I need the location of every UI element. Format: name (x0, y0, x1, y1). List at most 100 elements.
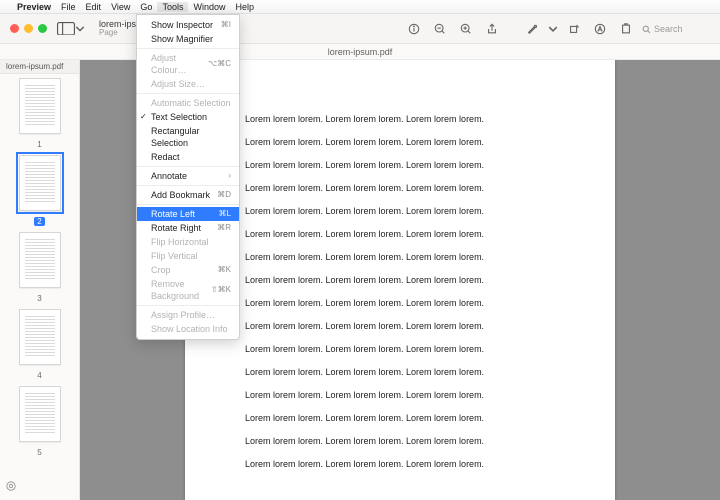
page-thumbnail-label: 3 (37, 294, 41, 303)
menu-item-show-location-info: Show Location Info (137, 322, 239, 336)
menu-item-add-bookmark[interactable]: Add Bookmark ⌘D (137, 188, 239, 202)
document-text-line: Lorem lorem lorem. Lorem lorem lorem. Lo… (245, 321, 555, 331)
menu-separator (137, 185, 239, 186)
menu-item-label: Text Selection (151, 111, 207, 123)
menu-item-label: Rectangular Selection (151, 125, 231, 149)
document-page: Lorem lorem lorem. Lorem lorem lorem. Lo… (185, 60, 615, 500)
share-icon[interactable] (482, 19, 502, 39)
menu-item-label: Flip Horizontal (151, 236, 209, 248)
close-window-button[interactable] (10, 24, 19, 33)
document-text-line: Lorem lorem lorem. Lorem lorem lorem. Lo… (245, 344, 555, 354)
document-text-line: Lorem lorem lorem. Lorem lorem lorem. Lo… (245, 390, 555, 400)
fullscreen-window-button[interactable] (38, 24, 47, 33)
menu-separator (137, 204, 239, 205)
menu-item-label: Annotate (151, 170, 187, 182)
menubar-item-view[interactable]: View (106, 2, 135, 12)
document-text-line: Lorem lorem lorem. Lorem lorem lorem. Lo… (245, 206, 555, 216)
menu-item-shortcut: ⇧⌘K (211, 284, 231, 296)
search-icon (642, 25, 651, 34)
menu-item-automatic-selection: Automatic Selection (137, 96, 239, 110)
info-icon[interactable] (404, 19, 424, 39)
page-thumbnail-label: 4 (37, 371, 41, 380)
menu-item-show-magnifier[interactable]: Show Magnifier (137, 32, 239, 46)
menu-item-show-inspector[interactable]: Show Inspector ⌘I (137, 18, 239, 32)
menu-item-label: Rotate Right (151, 222, 201, 234)
menu-item-rotate-right[interactable]: Rotate Right ⌘R (137, 221, 239, 235)
menubar-item-go[interactable]: Go (135, 2, 157, 12)
menu-item-remove-background: Remove Background⇧⌘K (137, 277, 239, 303)
menu-item-label: Automatic Selection (151, 97, 231, 109)
export-icon[interactable] (616, 19, 636, 39)
minimize-window-button[interactable] (24, 24, 33, 33)
menu-item-shortcut: ⌘I (221, 19, 231, 31)
menu-item-adjust-colour: Adjust Colour…⌥⌘C (137, 51, 239, 77)
menu-item-label: Assign Profile… (151, 309, 215, 321)
menu-separator (137, 48, 239, 49)
menu-item-redact[interactable]: Redact (137, 150, 239, 164)
menu-item-shortcut: ⌥⌘C (208, 58, 231, 70)
document-text-line: Lorem lorem lorem. Lorem lorem lorem. Lo… (245, 275, 555, 285)
page-thumbnail[interactable] (19, 78, 61, 134)
thumbnail-sidebar: lorem-ipsum.pdf 12345 (0, 60, 80, 500)
page-thumbnail[interactable] (19, 155, 61, 211)
window-traffic-lights (0, 24, 47, 33)
menubar-item-tools[interactable]: Tools (157, 2, 188, 12)
zoom-out-icon[interactable] (430, 19, 450, 39)
menu-separator (137, 93, 239, 94)
menu-item-label: Rotate Left (151, 208, 195, 220)
menu-item-annotate[interactable]: Annotate› (137, 169, 239, 183)
sidebar-settings-icon[interactable] (6, 481, 16, 494)
page-thumbnail-label: 2 (34, 217, 44, 226)
menu-item-label: Show Magnifier (151, 33, 213, 45)
document-text-line: Lorem lorem lorem. Lorem lorem lorem. Lo… (245, 436, 555, 446)
menu-item-label: Adjust Colour… (151, 52, 208, 76)
menu-item-label: Show Inspector (151, 19, 213, 31)
document-text-line: Lorem lorem lorem. Lorem lorem lorem. Lo… (245, 367, 555, 377)
document-text-line: Lorem lorem lorem. Lorem lorem lorem. Lo… (245, 229, 555, 239)
menu-item-label: Redact (151, 151, 180, 163)
document-text-line: Lorem lorem lorem. Lorem lorem lorem. Lo… (245, 137, 555, 147)
menu-separator (137, 305, 239, 306)
tools-menu-dropdown: Show Inspector ⌘I Show Magnifier Adjust Col… (136, 14, 240, 340)
page-thumbnail[interactable] (19, 386, 61, 442)
menu-item-shortcut: ⌘D (217, 189, 231, 201)
menu-item-crop: Crop⌘K (137, 263, 239, 277)
text-icon[interactable] (590, 19, 610, 39)
check-icon: ✓ (140, 111, 147, 123)
menu-item-label: Add Bookmark (151, 189, 210, 201)
menu-item-rotate-left[interactable]: Rotate Left ⌘L (137, 207, 239, 221)
menu-item-shortcut: ⌘K (218, 264, 231, 276)
menu-item-flip-horizontal: Flip Horizontal (137, 235, 239, 249)
sidebar-toggle-button[interactable] (57, 21, 75, 37)
document-text-line: Lorem lorem lorem. Lorem lorem lorem. Lo… (245, 114, 555, 124)
page-thumbnail-label: 5 (37, 448, 41, 457)
menubar-item-help[interactable]: Help (230, 2, 259, 12)
menubar-item-window[interactable]: Window (188, 2, 230, 12)
toolbar-search[interactable]: Search (642, 24, 712, 34)
document-text-line: Lorem lorem lorem. Lorem lorem lorem. Lo… (245, 459, 555, 469)
menu-item-flip-vertical: Flip Vertical (137, 249, 239, 263)
markup-chevron-icon[interactable] (548, 19, 558, 39)
menu-separator (137, 166, 239, 167)
document-text-line: Lorem lorem lorem. Lorem lorem lorem. Lo… (245, 413, 555, 423)
app-name-menu[interactable]: Preview (12, 2, 56, 12)
menu-item-assign-profile: Assign Profile… (137, 308, 239, 322)
menu-item-shortcut: ⌘R (217, 222, 231, 234)
menu-item-label: Show Location Info (151, 323, 228, 335)
view-mode-chevron-icon[interactable] (75, 21, 85, 37)
markup-icon[interactable] (522, 19, 542, 39)
page-thumbnail-label: 1 (37, 140, 41, 149)
menubar-item-edit[interactable]: Edit (81, 2, 107, 12)
menubar-item-file[interactable]: File (56, 2, 81, 12)
page-thumbnail[interactable] (19, 232, 61, 288)
menu-item-shortcut: ⌘L (219, 208, 231, 220)
menu-item-rectangular-selection[interactable]: Rectangular Selection (137, 124, 239, 150)
zoom-in-icon[interactable] (456, 19, 476, 39)
menu-item-label: Adjust Size… (151, 78, 205, 90)
rotate-icon[interactable] (564, 19, 584, 39)
menu-item-label: Remove Background (151, 278, 211, 302)
menu-item-adjust-size: Adjust Size… (137, 77, 239, 91)
menu-item-text-selection[interactable]: ✓ Text Selection (137, 110, 239, 124)
menu-item-label: Flip Vertical (151, 250, 198, 262)
page-thumbnail[interactable] (19, 309, 61, 365)
